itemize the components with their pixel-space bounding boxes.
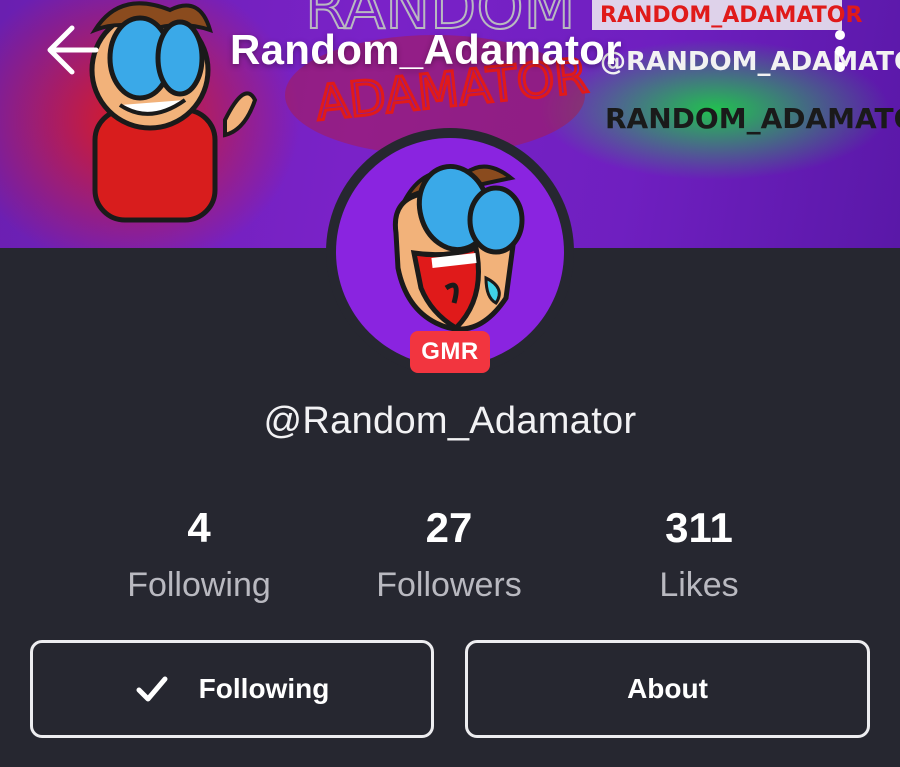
following-button-label: Following bbox=[198, 673, 330, 704]
stat-followers[interactable]: 27 Followers bbox=[329, 503, 569, 615]
stat-value: 311 bbox=[665, 504, 733, 551]
stat-label: Following bbox=[127, 566, 271, 604]
about-button-label: About bbox=[627, 673, 708, 704]
app-bar: Random_Adamator bbox=[0, 0, 900, 100]
arrow-left-icon bbox=[47, 25, 99, 75]
back-button[interactable] bbox=[40, 22, 102, 78]
stat-value: 4 bbox=[187, 504, 211, 551]
stat-likes[interactable]: 311 Likes bbox=[579, 503, 819, 615]
page-title: Random_Adamator bbox=[230, 26, 622, 73]
following-button[interactable]: Following bbox=[30, 640, 434, 738]
profile-handle: @Random_Adamator bbox=[263, 400, 637, 442]
more-options-button[interactable] bbox=[822, 26, 858, 76]
banner-art-text: RANDOM_ADAMATOR bbox=[605, 102, 900, 135]
stat-label: Followers bbox=[376, 566, 522, 604]
check-icon bbox=[136, 676, 168, 702]
stat-following[interactable]: 4 Following bbox=[79, 503, 319, 615]
more-vertical-icon bbox=[835, 30, 845, 40]
stat-value: 27 bbox=[425, 504, 473, 551]
about-button[interactable]: About bbox=[465, 640, 870, 738]
stat-label: Likes bbox=[659, 566, 739, 604]
gmr-badge: GMR bbox=[410, 331, 490, 373]
